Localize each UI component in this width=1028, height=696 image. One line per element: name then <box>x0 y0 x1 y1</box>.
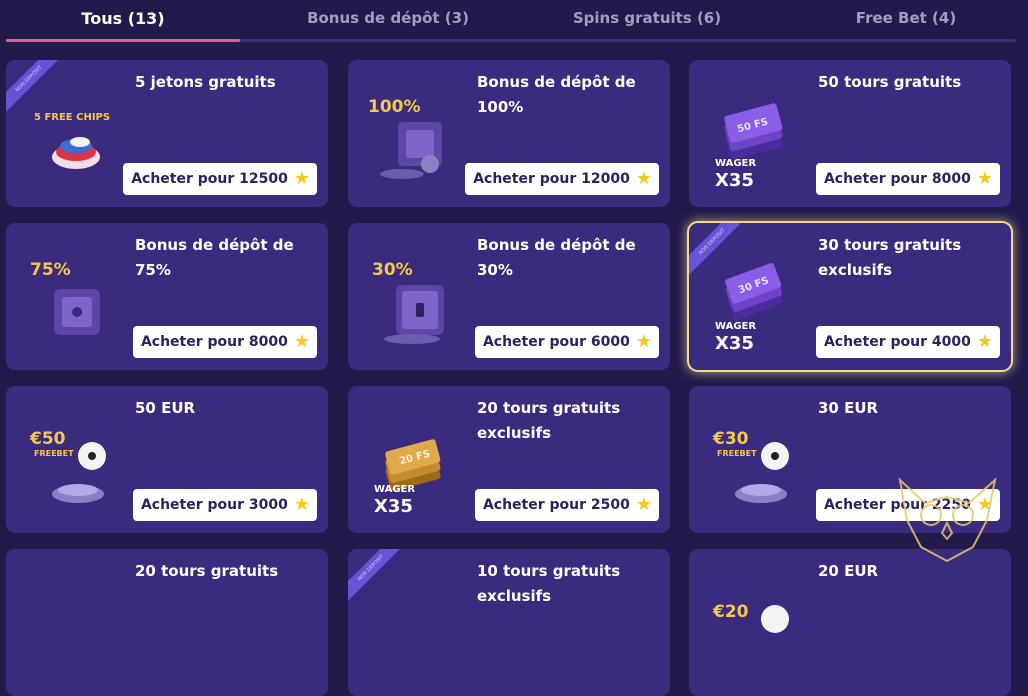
svg-text:€50: €50 <box>29 429 66 449</box>
tab-free-bet[interactable]: Free Bet (4) <box>784 9 1028 37</box>
buy-label: Acheter pour 3000 <box>140 497 288 513</box>
offer-card-20-eur[interactable]: €20 20 EUR <box>689 549 1011 696</box>
offer-title: Bonus de dépôt de 75% <box>135 236 294 279</box>
tab-free-spins[interactable]: Spins gratuits (6) <box>525 9 769 37</box>
safe-icon: 75% <box>30 260 100 335</box>
offer-card-deposit-30[interactable]: 30% Bonus de dépôt de 30% Acheter pour 6… <box>348 223 670 370</box>
star-icon: ★ <box>293 494 310 515</box>
svg-text:X35: X35 <box>374 496 413 517</box>
category-tabs: Tous (13) Bonus de dépôt (3) Spins gratu… <box>0 0 1028 44</box>
star-icon: ★ <box>635 168 652 189</box>
offer-card-20-free-spins[interactable]: 20 tours gratuits <box>6 549 328 696</box>
buy-label: Acheter pour 2500 <box>482 497 630 513</box>
offer-title: 10 tours gratuits exclusifs <box>477 562 621 605</box>
buy-button[interactable]: Acheter pour 6000 ★ <box>474 326 659 358</box>
free-spins-tickets-icon: 30 FS WAGER X35 <box>715 263 783 354</box>
buy-button[interactable]: Acheter pour 8000 ★ <box>815 163 1000 195</box>
offer-title: 20 tours gratuits exclusifs <box>477 399 621 442</box>
safe-icon: 30% <box>372 260 444 344</box>
free-spins-tickets-icon: 50 FS WAGER X35 <box>715 103 783 191</box>
svg-text:€30: €30 <box>712 429 749 449</box>
svg-text:FREEBET: FREEBET <box>34 449 74 458</box>
freebet-icon: €20 <box>712 602 789 633</box>
svg-text:X35: X35 <box>715 333 754 354</box>
buy-button[interactable]: Acheter pour 2500 ★ <box>474 489 659 521</box>
buy-label: Acheter pour 12500 <box>131 171 288 187</box>
star-icon: ★ <box>293 331 310 352</box>
offer-title: 30 EUR <box>818 399 879 417</box>
buy-label: Acheter pour 12000 <box>473 171 630 187</box>
buy-button[interactable]: Acheter pour 12000 ★ <box>465 163 659 195</box>
offer-card-30-exclusive-spins[interactable]: NON DEPOSIT 30 FS WAGER X35 30 tours gra… <box>689 223 1011 370</box>
buy-label: Acheter pour 8000 <box>823 171 971 187</box>
svg-text:100%: 100% <box>368 97 421 117</box>
owl-watermark-logo <box>898 477 997 563</box>
offer-card-10-exclusive-spins[interactable]: NON DEPOSIT 10 tours gratuits exclusifs <box>348 549 670 696</box>
active-tab-indicator <box>6 39 240 42</box>
freebet-icon: €50 FREEBET <box>29 429 106 503</box>
star-icon: ★ <box>976 331 993 352</box>
star-icon: ★ <box>635 331 652 352</box>
svg-text:€20: €20 <box>712 602 749 622</box>
offer-card-deposit-75[interactable]: 75% Bonus de dépôt de 75% Acheter pour 8… <box>6 223 328 370</box>
offer-card-50-eur[interactable]: €50 FREEBET 50 EUR Acheter pour 3000 ★ <box>6 386 328 533</box>
tab-all[interactable]: Tous (13) <box>6 9 240 37</box>
offer-card-20-exclusive-spins[interactable]: 20 FS WAGER X35 20 tours gratuits exclus… <box>348 386 670 533</box>
offer-title: 20 tours gratuits <box>135 562 279 580</box>
svg-text:WAGER: WAGER <box>715 158 756 169</box>
buy-label: Acheter pour 4000 <box>823 334 971 350</box>
no-deposit-ribbon: NON DEPOSIT <box>348 549 408 605</box>
offer-title: 50 EUR <box>135 399 196 417</box>
safe-icon: 100% <box>368 97 442 179</box>
buy-label: Acheter pour 8000 <box>140 334 288 350</box>
offer-card-deposit-100[interactable]: 100% Bonus de dépôt de 100% Acheter pour… <box>348 60 670 207</box>
buy-button[interactable]: Acheter pour 12500 ★ <box>123 163 317 195</box>
svg-text:WAGER: WAGER <box>374 484 415 495</box>
svg-text:FREEBET: FREEBET <box>717 449 757 458</box>
free-spins-tickets-icon: 20 FS WAGER X35 <box>374 439 441 517</box>
svg-text:WAGER: WAGER <box>715 321 756 332</box>
buy-button[interactable]: Acheter pour 4000 ★ <box>815 326 1000 358</box>
offer-title: Bonus de dépôt de 100% <box>477 73 636 116</box>
offer-title: 50 tours gratuits <box>818 73 962 91</box>
offer-card-5-free-chips[interactable]: NON DEPOSIT 5 FREE CHIPS 5 jetons gratui… <box>6 60 328 207</box>
svg-text:30%: 30% <box>372 260 413 280</box>
buy-label: Acheter pour 6000 <box>482 334 630 350</box>
offer-title: 5 jetons gratuits <box>135 73 276 91</box>
star-icon: ★ <box>635 494 652 515</box>
offer-title: Bonus de dépôt de 30% <box>477 236 636 279</box>
freebet-icon: €30 FREEBET <box>712 429 789 503</box>
offer-title: 30 tours gratuits exclusifs <box>818 236 962 279</box>
svg-text:X35: X35 <box>715 170 754 191</box>
star-icon: ★ <box>976 168 993 189</box>
free-chips-icon: 5 FREE CHIPS <box>34 112 110 169</box>
star-icon: ★ <box>293 168 310 189</box>
svg-text:5 FREE CHIPS: 5 FREE CHIPS <box>34 112 110 123</box>
svg-text:75%: 75% <box>30 260 71 280</box>
buy-button[interactable]: Acheter pour 3000 ★ <box>132 489 317 521</box>
tab-deposit-bonus[interactable]: Bonus de dépôt (3) <box>266 9 510 37</box>
buy-button[interactable]: Acheter pour 8000 ★ <box>132 326 317 358</box>
offer-card-50-free-spins[interactable]: 50 FS WAGER X35 50 tours gratuits Achete… <box>689 60 1011 207</box>
